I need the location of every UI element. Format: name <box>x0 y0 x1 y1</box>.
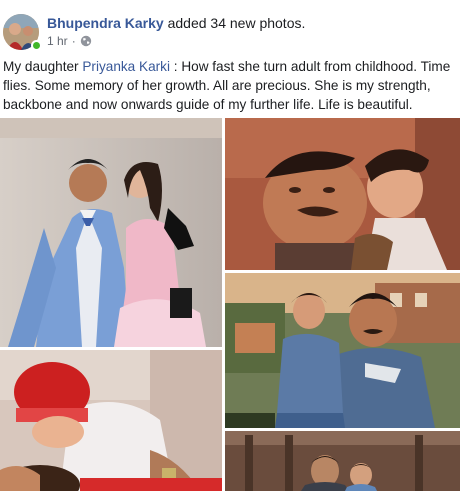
caption-prefix: My daughter <box>3 59 83 74</box>
photo-grid <box>0 118 460 491</box>
meta-separator: · <box>71 34 76 48</box>
author-line: Bhupendra Karky added 34 new photos. <box>47 14 305 32</box>
post-timestamp[interactable]: 1 hr <box>47 34 68 48</box>
photo-father-daughter-costume[interactable] <box>0 118 222 347</box>
post-action-text: added 34 new photos. <box>167 15 306 31</box>
post-header: Bhupendra Karky added 34 new photos. 1 h… <box>0 0 470 56</box>
mention-link[interactable]: Priyanka Karki <box>82 59 170 74</box>
photo-father-child-bottom[interactable] <box>225 431 460 491</box>
online-status-dot <box>31 40 42 51</box>
photo-baby-red-hat[interactable] <box>0 350 222 491</box>
photo-father-kiss-vintage[interactable] <box>225 118 460 270</box>
post-caption: My daughter Priyanka Karki : How fast sh… <box>3 57 463 114</box>
photo-father-child-denim[interactable] <box>225 273 460 428</box>
post-meta: 1 hr · <box>47 34 92 48</box>
author-name-link[interactable]: Bhupendra Karky <box>47 15 164 31</box>
globe-icon[interactable] <box>80 35 92 47</box>
